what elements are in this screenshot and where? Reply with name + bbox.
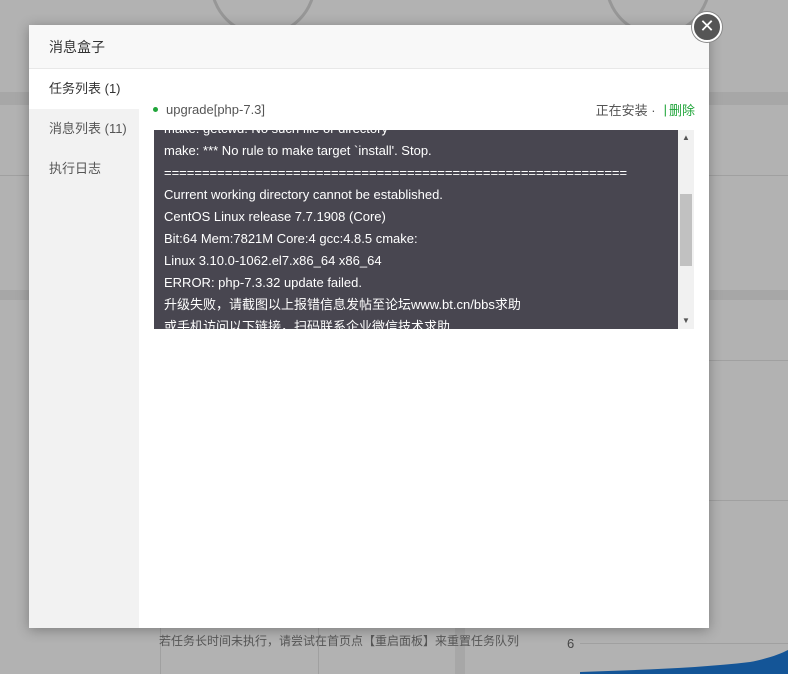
sidebar-item-label: 消息列表 (11): [49, 121, 127, 136]
scroll-up-icon[interactable]: ▲: [678, 130, 694, 146]
log-line: ========================================…: [164, 165, 628, 180]
delete-task-link[interactable]: 删除: [669, 100, 695, 119]
log-line: Bit:64 Mem:7821M Core:4 gcc:4.8.5 cmake:: [164, 231, 418, 246]
log-lines: make: getcwd: No such file or directory m…: [164, 130, 676, 329]
log-line: make: *** No rule to make target `instal…: [164, 143, 432, 158]
task-status: 正在安装 ·: [595, 102, 656, 118]
log-line: 升级失败，请截图以上报错信息发帖至论坛www.bt.cn/bbs求助: [164, 297, 521, 312]
task-name: upgrade[php-7.3]: [166, 101, 266, 117]
log-line: Current working directory cannot be esta…: [164, 187, 443, 202]
sidebar-item-label: 执行日志: [49, 161, 102, 176]
task-row: upgrade[php-7.3] 正在安装 · | 删除: [153, 99, 695, 119]
log-line: CentOS Linux release 7.7.1908 (Core): [164, 209, 386, 224]
sidebar-item-message-list[interactable]: 消息列表 (11): [29, 109, 139, 149]
scroll-down-icon[interactable]: ▼: [678, 313, 694, 329]
log-line: ERROR: php-7.3.32 update failed.: [164, 275, 363, 290]
log-line: 或手机访问以下链接，扫码联系企业微信技术求助: [164, 319, 451, 329]
message-box-modal: 消息盒子 任务列表 (1) 消息列表 (11) 执行日志 upgrade[php…: [29, 25, 709, 648]
close-icon[interactable]: ✕: [692, 12, 722, 42]
log-scrollbar[interactable]: ▲ ▼: [678, 130, 694, 329]
sidebar-item-label: 任务列表 (1): [49, 81, 121, 96]
task-log-output[interactable]: make: getcwd: No such file or directory m…: [154, 130, 694, 329]
modal-sidebar: 任务列表 (1) 消息列表 (11) 执行日志: [29, 69, 139, 628]
action-separator: |: [663, 101, 667, 117]
sidebar-item-execution-log[interactable]: 执行日志: [29, 149, 139, 189]
task-content: upgrade[php-7.3] 正在安装 · | 删除 make: getcw…: [139, 69, 709, 648]
status-dot-icon: [153, 106, 158, 112]
sidebar-item-task-list[interactable]: 任务列表 (1): [29, 69, 139, 109]
task-queue-hint: 若任务长时间未执行，请尝试在首页点【重启面板】来重置任务队列: [159, 634, 520, 648]
log-line: make: getcwd: No such file or directory: [164, 130, 676, 140]
log-line: Linux 3.10.0-1062.el7.x86_64 x86_64: [164, 253, 382, 268]
modal-header: 消息盒子: [29, 25, 709, 69]
scroll-thumb[interactable]: [680, 194, 692, 266]
modal-title: 消息盒子: [49, 38, 105, 55]
